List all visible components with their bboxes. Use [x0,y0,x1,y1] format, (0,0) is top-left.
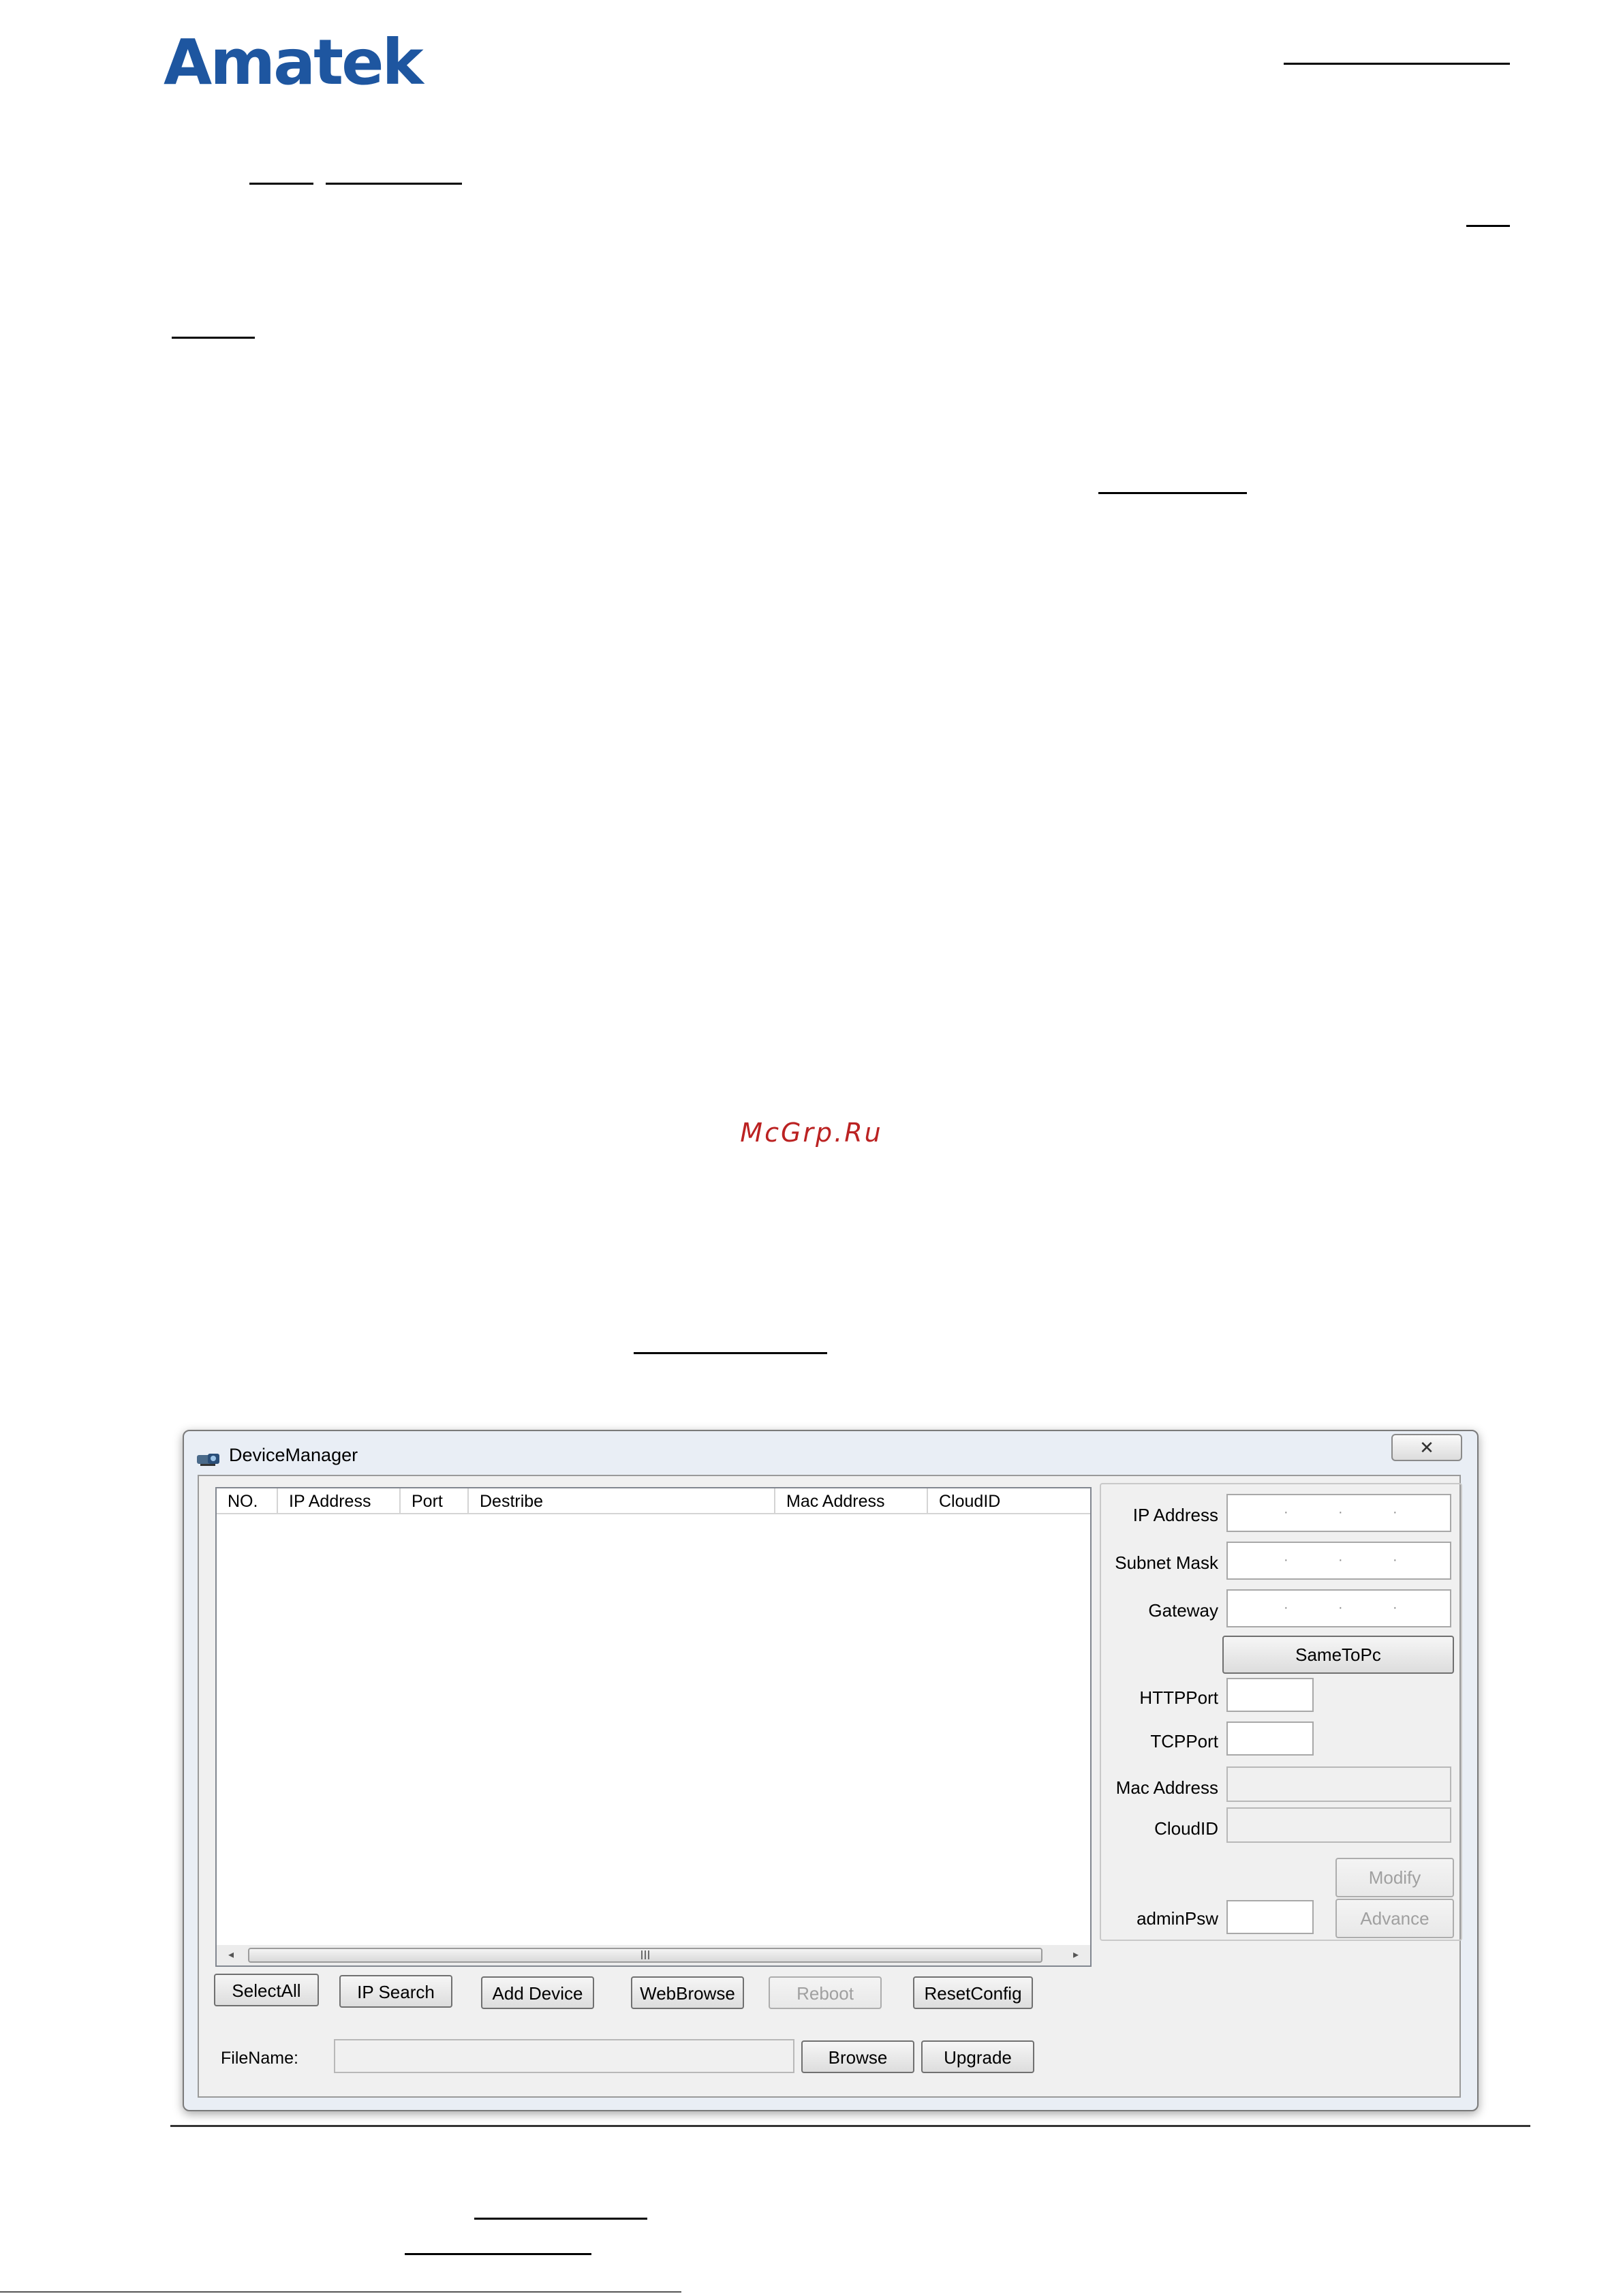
link-underline-1[interactable] [249,183,313,185]
ip-separator: · [1393,1552,1397,1567]
link-underline-5[interactable] [1098,492,1247,494]
advance-button[interactable]: Advance [1335,1899,1454,1938]
device-manager-window: DeviceManager ✕ NO. IP Address Port Dest… [183,1430,1479,2111]
link-underline-6[interactable] [634,1352,827,1354]
window-client-area: NO. IP Address Port Destribe Mac Address… [198,1475,1462,2098]
footer-rule [170,2125,1530,2127]
column-header-destribe[interactable]: Destribe [469,1488,775,1514]
admin-password-field[interactable] [1226,1900,1314,1934]
scroll-thumb[interactable]: III [248,1948,1042,1963]
app-icon [197,1454,219,1466]
ip-separator: · [1393,1600,1397,1615]
ip-separator: · [1338,1505,1343,1520]
ip-separator: · [1338,1600,1343,1615]
column-header-mac-address[interactable]: Mac Address [775,1488,928,1514]
reset-config-button[interactable]: ResetConfig [913,1976,1033,2009]
ip-separator: · [1284,1552,1288,1567]
horizontal-scrollbar[interactable]: ◂ III ▸ [217,1945,1090,1965]
bottom-edge-rule [0,2291,681,2293]
device-list[interactable]: NO. IP Address Port Destribe Mac Address… [215,1487,1092,1967]
ip-separator: · [1284,1505,1288,1520]
web-browse-button[interactable]: WebBrowse [631,1976,744,2009]
ip-search-button[interactable]: IP Search [339,1975,452,2008]
scroll-right-icon[interactable]: ▸ [1066,1945,1086,1965]
add-device-button[interactable]: Add Device [481,1976,594,2009]
device-config-group: IP Address · · · Subnet Mask · · · Gatew… [1100,1483,1462,1941]
link-underline-2[interactable] [326,183,462,185]
amatek-logo: Amatek [164,26,424,99]
mac-address-field[interactable] [1226,1766,1451,1802]
ip-address-label: IP Address [1132,1505,1218,1525]
close-icon: ✕ [1419,1437,1434,1458]
cloud-id-label: CloudID [1154,1818,1218,1839]
column-header-port[interactable]: Port [401,1488,469,1514]
column-header-ip-address[interactable]: IP Address [278,1488,401,1514]
link-underline-3[interactable] [1466,225,1510,227]
gateway-label: Gateway [1148,1600,1218,1621]
select-all-button[interactable]: SelectAll [214,1974,319,2006]
reboot-button[interactable]: Reboot [769,1976,882,2009]
filename-label: FileName: [221,2049,298,2068]
close-button[interactable]: ✕ [1391,1434,1462,1461]
browse-button[interactable]: Browse [801,2040,914,2073]
modify-button[interactable]: Modify [1335,1858,1454,1897]
http-port-label: HTTPPort [1139,1687,1218,1708]
window-title: DeviceManager [229,1445,358,1465]
footer-link-underline-1[interactable] [474,2218,647,2220]
upgrade-button[interactable]: Upgrade [921,2040,1034,2073]
same-to-pc-button[interactable]: SameToPc [1222,1636,1454,1674]
mac-address-label: Mac Address [1115,1777,1218,1798]
filename-field[interactable] [334,2039,794,2073]
ip-separator: · [1338,1552,1343,1567]
link-underline-4[interactable] [172,337,255,339]
ip-separator: · [1393,1505,1397,1520]
ip-address-field[interactable]: · · · [1226,1494,1451,1532]
tcp-port-field[interactable] [1226,1721,1314,1756]
cloud-id-field[interactable] [1226,1807,1451,1843]
scroll-left-icon[interactable]: ◂ [221,1945,241,1965]
http-port-field[interactable] [1226,1678,1314,1712]
subnet-mask-field[interactable]: · · · [1226,1542,1451,1580]
column-header-cloudid[interactable]: CloudID [928,1488,1090,1514]
watermark-text: McGrp.Ru [740,1118,883,1148]
header-link-underline[interactable] [1284,63,1510,65]
subnet-mask-label: Subnet Mask [1115,1552,1218,1573]
tcp-port-label: TCPPort [1150,1731,1218,1751]
gateway-field[interactable]: · · · [1226,1589,1451,1627]
scroll-grip-icon: III [640,1948,651,1962]
footer-link-underline-2[interactable] [405,2253,591,2255]
column-header-no[interactable]: NO. [217,1488,278,1514]
admin-password-label: adminPsw [1137,1908,1218,1929]
ip-separator: · [1284,1600,1288,1615]
